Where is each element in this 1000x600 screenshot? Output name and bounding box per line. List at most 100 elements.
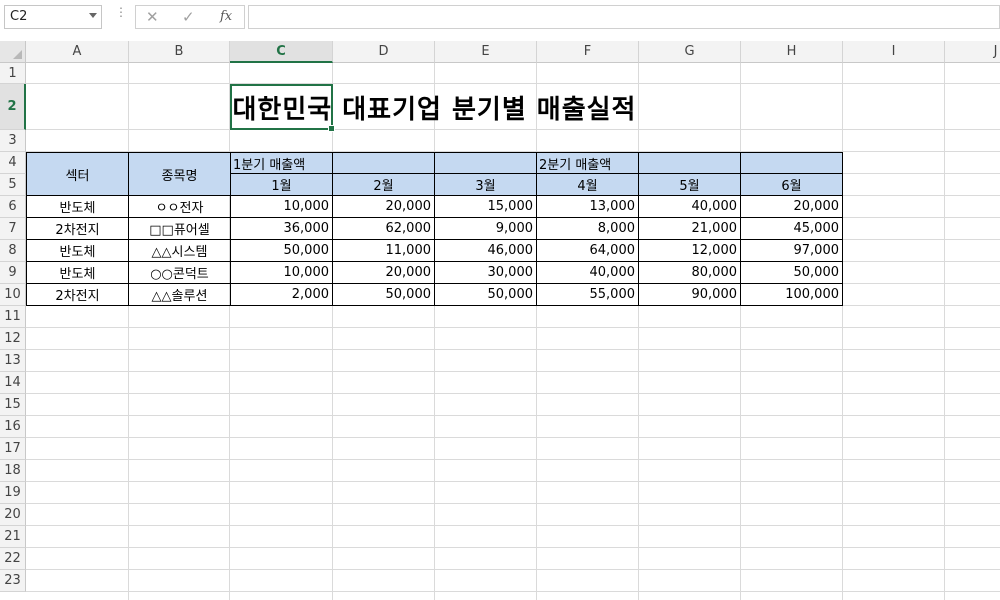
cell-value[interactable]: 97,000 bbox=[740, 239, 843, 262]
cell-value[interactable]: 9,000 bbox=[434, 217, 537, 240]
cell-value[interactable]: 50,000 bbox=[332, 283, 435, 306]
cell-value[interactable]: 10,000 bbox=[230, 261, 333, 284]
cell-value[interactable]: 46,000 bbox=[434, 239, 537, 262]
more-options-icon[interactable]: ⋮ bbox=[115, 6, 127, 18]
cell-value[interactable]: 50,000 bbox=[740, 261, 843, 284]
row-header[interactable]: 9 bbox=[0, 262, 26, 284]
cell-sector[interactable]: 반도체 bbox=[26, 195, 129, 218]
header-month[interactable]: 1월 bbox=[230, 173, 333, 196]
column-header-i[interactable]: I bbox=[843, 41, 945, 63]
row-header[interactable]: 18 bbox=[0, 460, 26, 482]
header-month[interactable]: 5월 bbox=[638, 173, 741, 196]
header-q1-blank[interactable] bbox=[332, 152, 435, 174]
cell-stock-name[interactable]: ㅇㅇ전자 bbox=[128, 195, 231, 218]
header-sector[interactable]: 섹터 bbox=[26, 152, 129, 196]
header-q1[interactable]: 1분기 매출액 bbox=[230, 152, 333, 174]
header-q1-blank[interactable] bbox=[434, 152, 537, 174]
cell-value[interactable]: 80,000 bbox=[638, 261, 741, 284]
cell-value[interactable]: 11,000 bbox=[332, 239, 435, 262]
cell-sector[interactable]: 반도체 bbox=[26, 239, 129, 262]
cell-value[interactable]: 12,000 bbox=[638, 239, 741, 262]
row-header[interactable]: 10 bbox=[0, 284, 26, 306]
cell-sector[interactable]: 2차전지 bbox=[26, 217, 129, 240]
cell-value[interactable]: 45,000 bbox=[740, 217, 843, 240]
column-header-g[interactable]: G bbox=[639, 41, 741, 63]
gridline bbox=[26, 415, 1000, 416]
cell-value[interactable]: 90,000 bbox=[638, 283, 741, 306]
row-header[interactable]: 19 bbox=[0, 482, 26, 504]
spreadsheet-grid[interactable]: A B C D E F G H I J 1 2 3 4 5 6 7 8 9 10… bbox=[0, 41, 1000, 600]
column-header-a[interactable]: A bbox=[26, 41, 129, 63]
row-header[interactable]: 5 bbox=[0, 174, 26, 196]
chevron-down-icon[interactable] bbox=[89, 13, 97, 18]
row-header[interactable]: 22 bbox=[0, 548, 26, 570]
header-month[interactable]: 4월 bbox=[536, 173, 639, 196]
cell-stock-name[interactable]: ○○콘덕트 bbox=[128, 261, 231, 284]
row-header[interactable]: 15 bbox=[0, 394, 26, 416]
header-q2-blank[interactable] bbox=[740, 152, 843, 174]
formula-input[interactable] bbox=[248, 5, 1000, 29]
cell-value[interactable]: 20,000 bbox=[332, 195, 435, 218]
cell-value[interactable]: 10,000 bbox=[230, 195, 333, 218]
select-all-button[interactable] bbox=[0, 41, 26, 63]
cell-stock-name[interactable]: □□퓨어셀 bbox=[128, 217, 231, 240]
header-month[interactable]: 2월 bbox=[332, 173, 435, 196]
cell-value[interactable]: 30,000 bbox=[434, 261, 537, 284]
header-month[interactable]: 6월 bbox=[740, 173, 843, 196]
header-q2-blank[interactable] bbox=[638, 152, 741, 174]
cell-sector[interactable]: 반도체 bbox=[26, 261, 129, 284]
cell-value[interactable]: 36,000 bbox=[230, 217, 333, 240]
row-header[interactable]: 20 bbox=[0, 504, 26, 526]
cell-value[interactable]: 20,000 bbox=[332, 261, 435, 284]
cell-value[interactable]: 13,000 bbox=[536, 195, 639, 218]
header-q2[interactable]: 2분기 매출액 bbox=[536, 152, 639, 174]
cell-value[interactable]: 20,000 bbox=[740, 195, 843, 218]
column-header-d[interactable]: D bbox=[333, 41, 435, 63]
name-box[interactable]: C2 bbox=[4, 5, 102, 29]
cell-value[interactable]: 62,000 bbox=[332, 217, 435, 240]
row-header[interactable]: 4 bbox=[0, 152, 26, 174]
cell-value[interactable]: 8,000 bbox=[536, 217, 639, 240]
column-header-j[interactable]: J bbox=[945, 41, 1000, 63]
column-header-e[interactable]: E bbox=[435, 41, 537, 63]
cell-value[interactable]: 50,000 bbox=[434, 283, 537, 306]
column-header-f[interactable]: F bbox=[537, 41, 639, 63]
cell-stock-name[interactable]: △△솔루션 bbox=[128, 283, 231, 306]
cell-stock-name[interactable]: △△시스템 bbox=[128, 239, 231, 262]
cancel-icon[interactable]: ✕ bbox=[146, 8, 159, 26]
enter-icon[interactable]: ✓ bbox=[182, 8, 195, 26]
header-stock-name[interactable]: 종목명 bbox=[128, 152, 231, 196]
column-header-b[interactable]: B bbox=[129, 41, 230, 63]
row-header[interactable]: 6 bbox=[0, 196, 26, 218]
column-header-c[interactable]: C bbox=[230, 41, 333, 63]
row-header[interactable]: 13 bbox=[0, 350, 26, 372]
row-header[interactable]: 7 bbox=[0, 218, 26, 240]
cell-value[interactable]: 40,000 bbox=[638, 195, 741, 218]
cell-value[interactable]: 2,000 bbox=[230, 283, 333, 306]
header-month[interactable]: 3월 bbox=[434, 173, 537, 196]
sheet-title[interactable]: 대한민국 대표기업 분기별 매출실적 bbox=[26, 84, 843, 130]
cell-value[interactable]: 100,000 bbox=[740, 283, 843, 306]
insert-function-icon[interactable]: fx bbox=[220, 9, 232, 24]
row-header[interactable]: 8 bbox=[0, 240, 26, 262]
row-header[interactable]: 14 bbox=[0, 372, 26, 394]
row-header[interactable]: 2 bbox=[0, 84, 26, 130]
cell-value[interactable]: 15,000 bbox=[434, 195, 537, 218]
row-header[interactable]: 12 bbox=[0, 328, 26, 350]
row-header[interactable]: 21 bbox=[0, 526, 26, 548]
cell-value[interactable]: 64,000 bbox=[536, 239, 639, 262]
cell-value[interactable]: 55,000 bbox=[536, 283, 639, 306]
row-header[interactable]: 3 bbox=[0, 130, 26, 152]
column-header-h[interactable]: H bbox=[741, 41, 843, 63]
row-header[interactable]: 11 bbox=[0, 306, 26, 328]
row-header[interactable]: 23 bbox=[0, 570, 26, 592]
cell-value[interactable]: 40,000 bbox=[536, 261, 639, 284]
active-cell-selection[interactable] bbox=[230, 84, 335, 132]
fill-handle[interactable] bbox=[328, 125, 335, 132]
cell-value[interactable]: 21,000 bbox=[638, 217, 741, 240]
row-header[interactable]: 17 bbox=[0, 438, 26, 460]
cell-value[interactable]: 50,000 bbox=[230, 239, 333, 262]
cell-sector[interactable]: 2차전지 bbox=[26, 283, 129, 306]
row-header[interactable]: 16 bbox=[0, 416, 26, 438]
row-header[interactable]: 1 bbox=[0, 63, 26, 84]
